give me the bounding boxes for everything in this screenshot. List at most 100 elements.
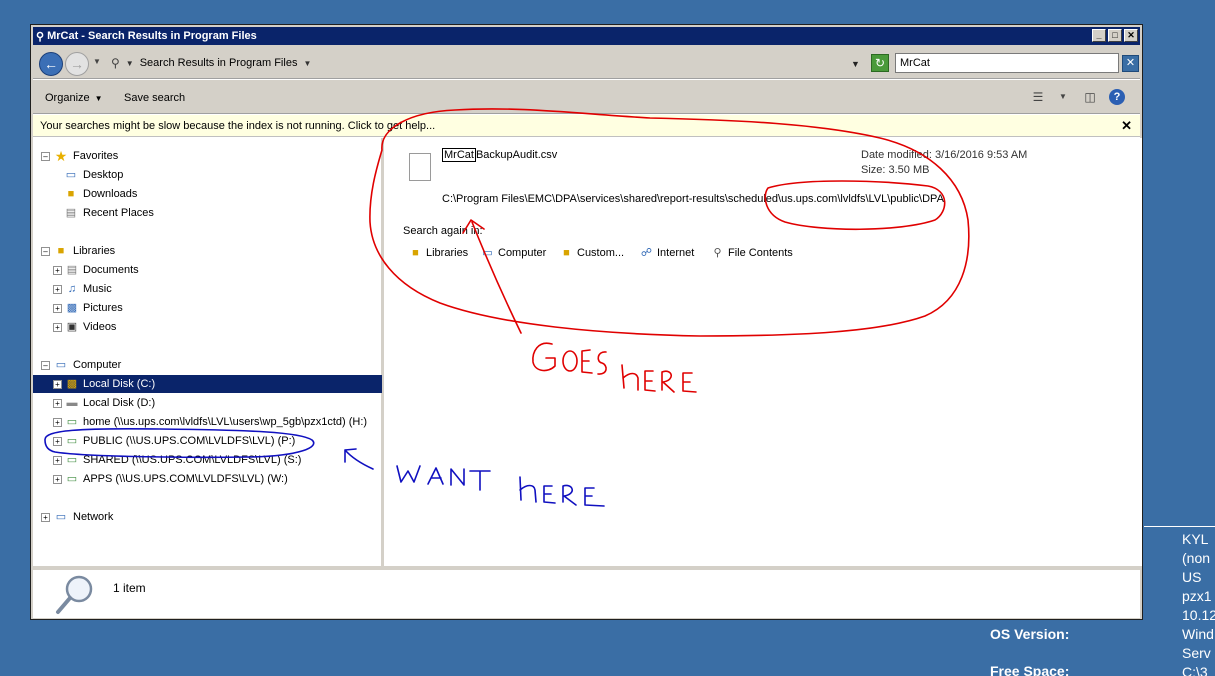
search-again-file-contents[interactable]: ⚲ File Contents (710, 246, 792, 260)
search-input[interactable]: MrCat (895, 53, 1119, 73)
chevron-down-icon[interactable]: ▼ (303, 59, 311, 68)
close-button[interactable]: ✕ (1124, 29, 1138, 42)
preview-pane-icon[interactable]: ◫ (1082, 89, 1098, 105)
tree-libraries[interactable]: – ■ Libraries (33, 242, 382, 260)
desk-val-7: C:\3 (1182, 664, 1208, 676)
clear-search-button[interactable]: ✕ (1122, 55, 1139, 72)
title-bar[interactable]: ⚲ MrCat - Search Results in Program File… (33, 27, 1140, 45)
option-label: Computer (498, 247, 547, 259)
save-search-button[interactable]: Save search (124, 92, 185, 104)
view-dropdown-icon[interactable]: ▼ (1055, 89, 1071, 105)
history-dropdown[interactable]: ▼ (93, 57, 101, 66)
recent-places-icon: ▤ (65, 207, 77, 219)
tree-item-pictures[interactable]: + ▩ Pictures (33, 299, 382, 317)
address-bar: ← → ▼ ⚲ ▼ Search Results in Program File… (33, 45, 1140, 79)
collapse-icon[interactable]: – (41, 151, 50, 161)
tree-label: Desktop (83, 169, 124, 181)
tree-item-public-drive[interactable]: + ▭ PUBLIC (\\US.UPS.COM\LVLDFS\LVL) (P:… (33, 432, 382, 450)
tree-favorites[interactable]: – ★ Favorites (33, 147, 382, 165)
close-icon: ✕ (1125, 57, 1136, 69)
expand-icon[interactable]: + (41, 512, 50, 522)
search-again-label: Search again in: (403, 225, 483, 237)
tree-label: Libraries (73, 245, 116, 257)
address-dropdown[interactable]: ▼ (851, 59, 860, 69)
help-icon[interactable]: ? (1109, 89, 1125, 105)
organize-menu[interactable]: Organize ▼ (45, 92, 103, 104)
tree-network[interactable]: + ▭ Network (33, 508, 382, 526)
option-label: Libraries (426, 247, 469, 259)
tree-label: Computer (73, 359, 122, 371)
expand-icon[interactable]: + (53, 284, 62, 294)
expand-icon[interactable]: + (53, 417, 62, 427)
tree-item-downloads[interactable]: ■ Downloads (33, 185, 382, 203)
folder-icon: ■ (563, 247, 570, 259)
back-button[interactable]: ← (39, 52, 63, 76)
desk-val-2: US (1182, 569, 1202, 585)
breadcrumb-item[interactable]: Search Results in Program Files (140, 57, 298, 69)
expand-icon[interactable]: + (53, 265, 62, 275)
tree-item-desktop[interactable]: ▭ Desktop (33, 166, 382, 184)
result-file-name[interactable]: MrCat BackupAudit.csv (442, 148, 558, 162)
tree-label: Recent Places (83, 207, 154, 219)
search-magnifier-icon (56, 575, 93, 614)
tree-item-videos[interactable]: + ▣ Videos (33, 318, 382, 336)
expand-icon[interactable]: + (53, 474, 62, 484)
navigation-pane: – ★ Favorites ▭ Desktop ■ Downloads ▤ Re… (33, 138, 384, 566)
results-pane: MrCat BackupAudit.csv Date modified: 3/16… (387, 138, 1142, 566)
tree-label: Downloads (83, 188, 138, 200)
search-again-internet[interactable]: ☍ Internet (639, 246, 694, 260)
free-space-label: Free Space: (990, 663, 1070, 676)
expand-icon[interactable]: + (53, 322, 62, 332)
item-count: 1 item (113, 581, 146, 595)
forward-button[interactable]: → (65, 52, 89, 76)
search-icon: ⚲ (111, 56, 120, 70)
tree-label: Local Disk (D:) (83, 397, 156, 409)
search-again-libraries[interactable]: ■ Libraries (408, 246, 468, 260)
network-drive-icon: ▭ (66, 454, 78, 466)
tree-item-documents[interactable]: + ▤ Documents (33, 261, 382, 279)
expand-icon[interactable]: + (53, 379, 62, 389)
change-view-icon[interactable]: ☰ (1030, 89, 1046, 105)
drive-icon: ▬ (66, 397, 78, 409)
close-icon[interactable]: ✕ (1121, 118, 1132, 134)
expand-icon[interactable]: + (53, 436, 62, 446)
tree-item-local-disk-c[interactable]: + ▩ Local Disk (C:) (33, 375, 382, 393)
search-again-computer[interactable]: ▭ Computer (480, 246, 546, 260)
file-name-rest: BackupAudit.csv (475, 149, 558, 161)
chevron-right-icon[interactable]: ▼ (126, 59, 134, 68)
expand-icon[interactable]: + (53, 303, 62, 313)
date-modified: Date modified: 3/16/2016 9:53 AM (861, 149, 1028, 161)
tree-item-shared-drive[interactable]: + ▭ SHARED (\\US.UPS.COM\LVLDFS\LVL) (S:… (33, 451, 382, 469)
tree-item-recent-places[interactable]: ▤ Recent Places (33, 204, 382, 222)
refresh-button[interactable]: ↻ (871, 54, 889, 72)
collapse-icon[interactable]: – (41, 246, 50, 256)
info-bar[interactable]: Your searches might be slow because the … (33, 115, 1140, 137)
pictures-icon: ▩ (66, 302, 78, 314)
expand-icon[interactable]: + (53, 398, 62, 408)
arrow-right-icon: → (70, 56, 84, 72)
tree-label: home (\\us.ups.com\lvldfs\LVL\users\wp_5… (83, 416, 368, 428)
network-icon: ▭ (55, 511, 67, 523)
file-size: Size: 3.50 MB (861, 164, 930, 176)
tree-item-home-drive[interactable]: + ▭ home (\\us.ups.com\lvldfs\LVL\users\… (33, 413, 382, 431)
tree-label: Local Disk (C:) (83, 378, 156, 390)
tree-item-apps-drive[interactable]: + ▭ APPS (\\US.UPS.COM\LVLDFS\LVL) (W:) (33, 470, 382, 488)
desk-val-5: Wind (1182, 626, 1214, 642)
desk-val-6: Serv (1182, 645, 1211, 661)
tree-item-local-disk-d[interactable]: + ▬ Local Disk (D:) (33, 394, 382, 412)
star-icon: ★ (54, 148, 68, 164)
music-icon: ♫ (67, 283, 77, 295)
breadcrumb[interactable]: ⚲ ▼ Search Results in Program Files ▼ (105, 52, 863, 74)
collapse-icon[interactable]: – (41, 360, 50, 370)
window-title: MrCat - Search Results in Program Files (47, 30, 257, 42)
maximize-button[interactable]: □ (1108, 29, 1122, 42)
expand-icon[interactable]: + (53, 455, 62, 465)
minimize-button[interactable]: _ (1092, 29, 1106, 42)
file-path: C:\Program Files\EMC\DPA\services\shared… (442, 193, 944, 205)
explorer-window: ⚲ MrCat - Search Results in Program File… (30, 24, 1143, 620)
tree-computer[interactable]: – ▭ Computer (33, 356, 382, 374)
tree-item-music[interactable]: + ♫ Music (33, 280, 382, 298)
search-again-custom[interactable]: ■ Custom... (559, 246, 624, 260)
tree-label: PUBLIC (\\US.UPS.COM\LVLDFS\LVL) (P:) (83, 435, 296, 447)
csv-file-icon[interactable] (409, 153, 431, 181)
